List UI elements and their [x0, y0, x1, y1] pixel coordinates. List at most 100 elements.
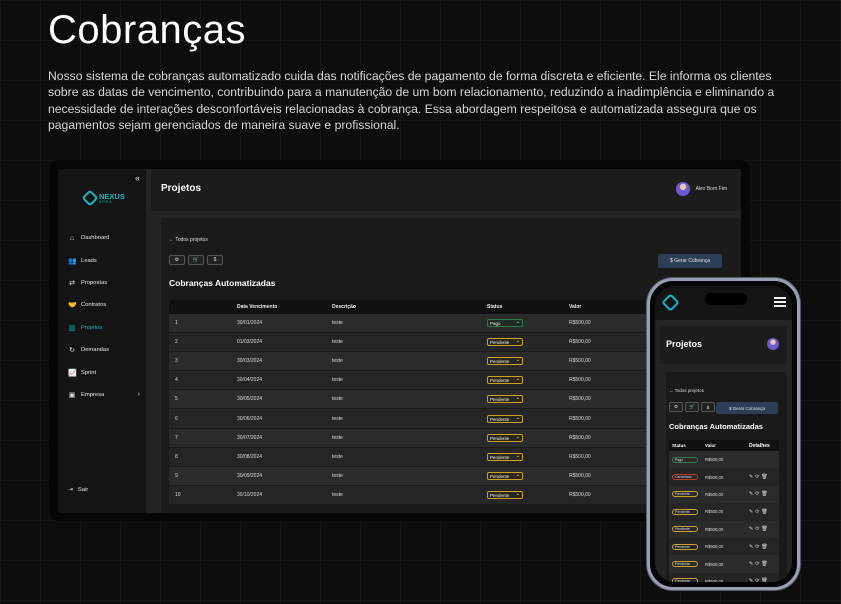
mobile-page-title: Projetos [666, 339, 703, 349]
sidebar-item-label: Dashboard [81, 235, 110, 242]
sidebar-item-projetos[interactable]: ▥ Projetos [68, 317, 140, 339]
mobile-icon-button-group: ⚙ 🛒 $ [669, 402, 715, 412]
back-link[interactable]: ← Todos projetos [169, 237, 208, 243]
header-value: Valor [569, 304, 582, 310]
row-value: R$500,00 [705, 491, 724, 497]
page-description: Nosso sistema de cobranças automatizado … [48, 69, 775, 133]
refresh-icon[interactable]: ⟳ [755, 578, 759, 582]
logo-icon[interactable] [661, 293, 680, 312]
laptop-mockup: « NEXUS AREA ⌂ Dashboard 👥 Leads ⇄ Proposta… [49, 160, 750, 521]
page-heading: Cobranças [48, 8, 246, 52]
trash-icon[interactable]: 🗑 [761, 561, 767, 567]
sidebar: « NEXUS AREA ⌂ Dashboard 👥 Leads ⇄ Proposta… [58, 169, 146, 513]
trash-icon[interactable]: 🗑 [761, 491, 767, 497]
row-value: R$500,00 [705, 578, 724, 582]
status-badge[interactable]: Cancelado [672, 474, 698, 481]
edit-icon[interactable]: ✎ [749, 561, 753, 567]
trash-icon[interactable]: 🗑 [761, 474, 767, 480]
refresh-icon[interactable]: ⟳ [755, 526, 759, 532]
mobile-section-title: Cobranças Automatizadas [669, 422, 763, 431]
status-badge[interactable]: Pago [672, 456, 698, 463]
header-date: Data Vencimento [237, 304, 278, 310]
sidebar-item-demandas[interactable]: ↻ Demandas [68, 339, 140, 361]
row-actions: ✎ ⟳ 🗑 [749, 526, 779, 532]
logout-icon: ⇥ [68, 487, 73, 493]
status-select[interactable]: Pendente [487, 471, 523, 480]
row-index: 4 [175, 377, 178, 384]
sidebar-item-label: Propostas [81, 279, 108, 286]
sidebar-item-leads[interactable]: 👥 Leads [68, 249, 140, 271]
status-badge[interactable]: Pendente [672, 543, 698, 550]
edit-icon[interactable]: ✎ [749, 474, 753, 480]
row-actions: ✎ ⟳ 🗑 [749, 491, 779, 497]
trash-icon[interactable]: 🗑 [761, 526, 767, 532]
status-select[interactable]: Pendente [487, 395, 523, 404]
cart-button[interactable]: 🛒 [685, 402, 699, 412]
sidebar-item-dashboard[interactable]: ⌂ Dashboard [68, 227, 140, 249]
table-row: Pendente R$500,00 ✎ ⟳ 🗑 [669, 503, 779, 521]
refresh-icon[interactable]: ⟳ [755, 561, 759, 567]
avatar[interactable] [767, 338, 779, 350]
hamburger-menu-icon[interactable] [774, 297, 786, 309]
refresh-icon[interactable]: ⟳ [755, 474, 759, 480]
trash-icon[interactable]: 🗑 [761, 544, 767, 550]
refresh-icon[interactable]: ⟳ [755, 544, 759, 550]
mobile-back-link[interactable]: ← Todos projetos [669, 388, 704, 393]
row-value: R$500,00 [569, 415, 591, 422]
status-select[interactable]: Pendente [487, 338, 523, 347]
mobile-generate-charge-button[interactable]: $ Gerar Cobrança [716, 402, 778, 414]
status-select[interactable]: Pendente [487, 452, 523, 461]
chevron-right-icon: › [137, 391, 140, 399]
row-date: 30/03/2024 [237, 358, 263, 365]
user-menu[interactable]: Alex Born Fim [675, 182, 727, 196]
row-index: 2 [175, 339, 178, 346]
status-badge[interactable]: Pendente [672, 561, 698, 568]
row-index: 6 [175, 415, 178, 422]
sidebar-item-propostas[interactable]: ⇄ Propostas [68, 272, 140, 294]
collapse-icon[interactable]: « [135, 173, 140, 183]
edit-icon[interactable]: ✎ [749, 526, 753, 532]
status-badge[interactable]: Pendente [672, 526, 698, 533]
settings-button[interactable]: ⚙ [169, 255, 185, 265]
status-select[interactable]: Pendente [487, 376, 523, 385]
status-select[interactable]: Pago [487, 319, 523, 328]
logout-button[interactable]: ⇥ Sair [68, 487, 88, 493]
edit-icon[interactable]: ✎ [749, 491, 753, 497]
swap-icon: ⇄ [69, 279, 75, 287]
row-value: R$500,00 [569, 453, 591, 460]
settings-button[interactable]: ⚙ [669, 402, 683, 412]
row-value: R$500,00 [569, 472, 591, 479]
refresh-icon[interactable]: ⟳ [755, 509, 759, 515]
generate-charge-button[interactable]: $ Gerar Cobrança [658, 254, 722, 268]
sidebar-item-contratos[interactable]: 🤝 Contratos [68, 294, 140, 316]
cart-button[interactable]: 🛒 [188, 255, 204, 265]
row-index: 10 [175, 491, 181, 498]
status-badge[interactable]: Pendente [672, 578, 698, 582]
status-select[interactable]: Pendente [487, 357, 523, 366]
status-select[interactable]: Pendente [487, 414, 523, 423]
status-badge[interactable]: Pendente [672, 491, 698, 498]
status-select[interactable]: Pendente [487, 490, 523, 499]
sidebar-item-label: Leads [81, 257, 97, 264]
laptop-screen: « NEXUS AREA ⌂ Dashboard 👥 Leads ⇄ Proposta… [58, 169, 741, 513]
edit-icon[interactable]: ✎ [749, 578, 753, 582]
row-status-cell: Cancelado [669, 474, 705, 481]
sidebar-item-sprint[interactable]: 📈 Sprint [68, 361, 140, 383]
table-row: Pendente R$500,00 ✎ ⟳ 🗑 [669, 555, 779, 573]
edit-icon[interactable]: ✎ [749, 544, 753, 550]
billing-button[interactable]: $ [701, 402, 715, 412]
table-row: 5 30/05/2024 teste Pendente R$500,00 [169, 390, 729, 410]
status-badge[interactable]: Pendente [672, 508, 698, 515]
row-description: teste [332, 339, 343, 346]
trash-icon[interactable]: 🗑 [761, 578, 767, 582]
table-row: 2 01/03/2024 teste Pendente R$500,00 [169, 333, 729, 353]
trash-icon[interactable]: 🗑 [761, 509, 767, 515]
billing-button[interactable]: $ [207, 255, 223, 265]
refresh-icon[interactable]: ⟳ [755, 491, 759, 497]
sidebar-item-empresa[interactable]: ▣ Empresa › [68, 384, 140, 406]
row-status-cell: Pago [487, 319, 569, 328]
header-details: Detalhes [749, 442, 770, 449]
status-select[interactable]: Pendente [487, 433, 523, 442]
logo[interactable]: NEXUS AREA [81, 189, 125, 207]
edit-icon[interactable]: ✎ [749, 509, 753, 515]
